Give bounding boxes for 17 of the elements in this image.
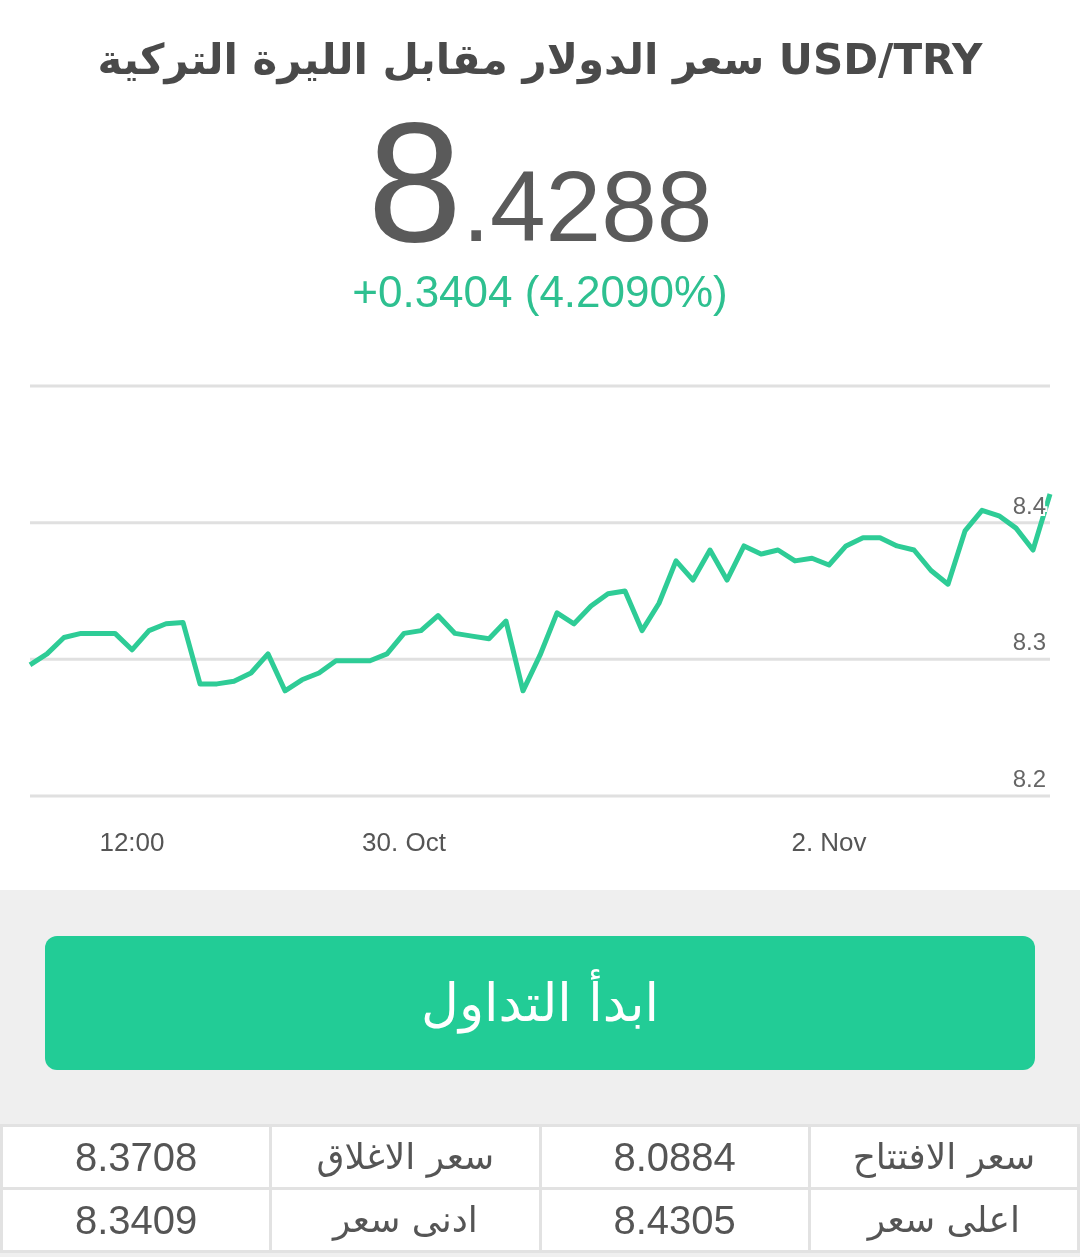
x-axis-label: 2. Nov xyxy=(791,827,867,857)
stat-label: سعر الاغلاق xyxy=(272,1127,539,1187)
stat-value: 8.4305 xyxy=(541,1190,808,1250)
stat-value: 8.3409 xyxy=(3,1190,270,1250)
start-trading-button[interactable]: ابدأ التداول xyxy=(45,936,1035,1070)
x-axis-label: 30. Oct xyxy=(362,827,446,857)
y-axis-label: 8.2 xyxy=(1012,765,1046,792)
stat-label: سعر الافتتاح xyxy=(810,1127,1077,1187)
x-axis-label: 12:00 xyxy=(99,827,165,857)
price-value: 8.4288 xyxy=(367,97,713,267)
stat-label: ادنى سعر xyxy=(272,1190,539,1250)
y-axis-label: 8.3 xyxy=(1012,628,1046,656)
stat-label: اعلى سعر xyxy=(810,1190,1077,1250)
stat-value: 8.3708 xyxy=(3,1127,270,1187)
page-title: سعر الدولار مقابل الليرة التركية USD/TRY xyxy=(96,34,984,87)
stat-value: 8.0884 xyxy=(541,1127,808,1187)
price-change: +0.3404 (4.2090%) xyxy=(352,267,728,316)
